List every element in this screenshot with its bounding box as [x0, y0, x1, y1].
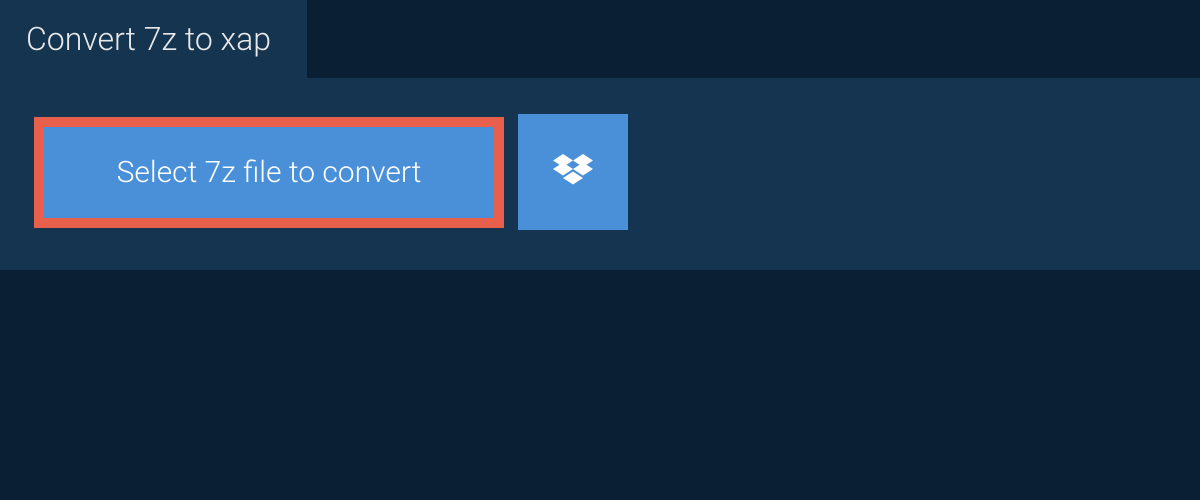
tab-convert[interactable]: Convert 7z to xap — [0, 0, 307, 78]
select-file-button[interactable]: Select 7z file to convert — [34, 117, 504, 228]
dropbox-button[interactable] — [518, 114, 628, 230]
tab-title: Convert 7z to xap — [26, 20, 271, 58]
select-file-label: Select 7z file to convert — [117, 155, 422, 190]
dropbox-icon — [553, 154, 593, 190]
conversion-panel: Select 7z file to convert — [0, 78, 1200, 270]
